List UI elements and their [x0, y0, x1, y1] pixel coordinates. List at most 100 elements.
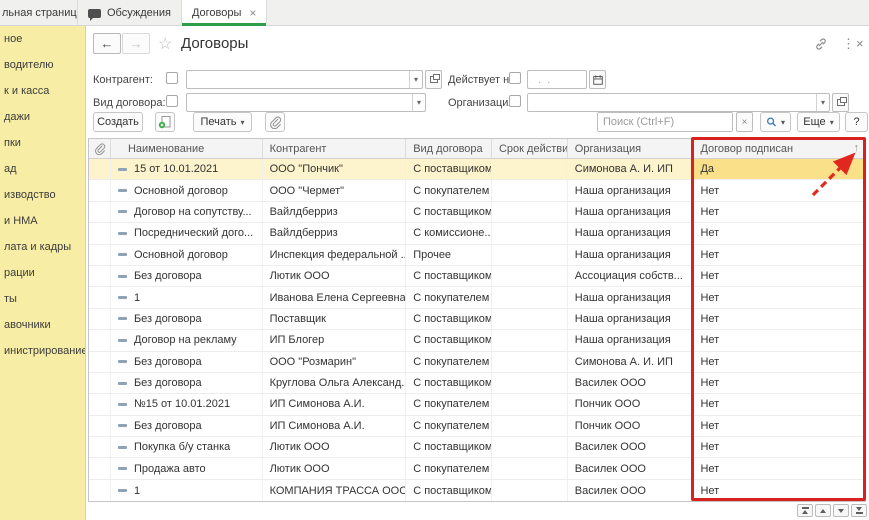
contractor-filter-input[interactable]: [187, 71, 409, 88]
valid-on-date-input[interactable]: [528, 71, 586, 88]
create-group-button[interactable]: [155, 112, 175, 132]
calendar-button[interactable]: [589, 70, 606, 89]
clear-search-button[interactable]: ×: [736, 112, 753, 132]
sidebar-item[interactable]: пки: [0, 130, 85, 156]
list-item-dash-icon: [118, 317, 127, 320]
tab-contracts-label: Договоры: [192, 7, 241, 19]
table-row[interactable]: 1КОМПАНИЯ ТРАССА ОООС поставщикомВасилек…: [89, 480, 865, 501]
table-row[interactable]: Без договораПоставщикС поставщикомНаша о…: [89, 309, 865, 330]
search-input[interactable]: [598, 113, 732, 131]
menu-dots-icon[interactable]: ⋮: [842, 37, 855, 50]
bar-icon: [802, 507, 809, 509]
table-row[interactable]: Договор на сопутству...ВайлдберризС пост…: [89, 202, 865, 223]
cell-org: Наша организация: [568, 330, 694, 350]
contract-type-checkbox[interactable]: [166, 95, 178, 107]
sidebar-item[interactable]: лата и кадры: [0, 234, 85, 260]
cell-org: Наша организация: [568, 309, 694, 329]
table-row[interactable]: Без договораООО "Розмарин"С покупателемС…: [89, 352, 865, 373]
go-to-top-button[interactable]: [797, 504, 813, 517]
chevron-down-icon[interactable]: ▾: [409, 71, 422, 88]
go-to-end-button[interactable]: [851, 504, 867, 517]
print-button[interactable]: Печать ▾: [193, 112, 252, 132]
contractor-filter-checkbox[interactable]: [166, 72, 178, 84]
cell-name: 1: [111, 287, 263, 307]
cell-signed: Нет: [693, 437, 865, 457]
cell-attach: [89, 437, 111, 457]
table-row[interactable]: Без договораИП Симонова А.И.С покупателе…: [89, 416, 865, 437]
chevron-down-icon[interactable]: ▾: [816, 94, 829, 111]
column-header-org[interactable]: Организация: [568, 139, 694, 158]
sidebar-item[interactable]: авочники: [0, 312, 85, 338]
tab-start-page[interactable]: льная страница: [0, 0, 78, 26]
organization-combo[interactable]: ▾: [527, 93, 830, 112]
more-button[interactable]: Еще ▾: [797, 112, 840, 132]
back-button[interactable]: ←: [93, 33, 121, 54]
forward-button[interactable]: →: [122, 33, 150, 54]
tab-contracts[interactable]: Договоры ×: [182, 0, 267, 26]
table-row[interactable]: №15 от 10.01.2021ИП Симонова А.И.С покуп…: [89, 394, 865, 415]
create-button[interactable]: Создать: [93, 112, 143, 132]
organization-checkbox[interactable]: [509, 95, 521, 107]
favorite-star-icon[interactable]: ☆: [158, 34, 172, 54]
sidebar-item[interactable]: рации: [0, 260, 85, 286]
valid-on-filter-label: Действует на:: [448, 74, 518, 86]
cell-term: [492, 159, 568, 179]
column-header-contractor[interactable]: Контрагент: [263, 139, 407, 158]
close-form-icon[interactable]: ×: [856, 37, 864, 50]
valid-on-checkbox[interactable]: [509, 72, 521, 84]
help-button[interactable]: ?: [845, 112, 868, 132]
tab-discussions[interactable]: Обсуждения: [78, 0, 182, 26]
search-options-button[interactable]: ▾: [760, 112, 791, 132]
column-header-term[interactable]: Срок действия: [492, 139, 568, 158]
clear-icon: ×: [742, 117, 748, 128]
valid-on-date-field[interactable]: [527, 70, 587, 89]
cell-name: Договор на сопутству...: [111, 202, 263, 222]
tab-close-icon[interactable]: ×: [249, 6, 256, 20]
table-row[interactable]: 1Иванова Елена СергеевнаС покупателемНаш…: [89, 287, 865, 308]
cell-signed: Нет: [693, 245, 865, 265]
table-row[interactable]: Продажа автоЛютик ОООС покупателемВасиле…: [89, 458, 865, 479]
table-row[interactable]: Основной договорИнспекция федеральной ..…: [89, 245, 865, 266]
sidebar-item[interactable]: водителю: [0, 52, 85, 78]
sidebar-item[interactable]: ад: [0, 156, 85, 182]
sidebar-item[interactable]: дажи: [0, 104, 85, 130]
cell-type: С поставщиком: [406, 480, 492, 501]
sidebar-item[interactable]: ты: [0, 286, 85, 312]
column-header-type[interactable]: Вид договора: [406, 139, 492, 158]
cell-signed: Нет: [693, 416, 865, 436]
get-link-icon[interactable]: [814, 37, 828, 56]
column-header-signed[interactable]: Договор подписан↑: [693, 139, 865, 158]
contract-type-input[interactable]: [187, 94, 412, 111]
chevron-down-icon: ▾: [830, 118, 834, 127]
attachments-button[interactable]: [265, 112, 285, 132]
organization-input[interactable]: [528, 94, 816, 111]
table-row[interactable]: Основной договорООО "Чермет"С покупателе…: [89, 180, 865, 201]
search-field[interactable]: [597, 112, 733, 132]
table-row[interactable]: Посреднический дого...ВайлдберризС комис…: [89, 223, 865, 244]
cell-name: Без договора: [111, 309, 263, 329]
organization-open-button[interactable]: [832, 93, 849, 112]
table-row[interactable]: Покупка б/у станкаЛютик ОООС поставщиком…: [89, 437, 865, 458]
cell-term: [492, 416, 568, 436]
contractor-open-button[interactable]: [425, 70, 442, 89]
sidebar-item[interactable]: инистрирование: [0, 338, 85, 364]
chevron-down-icon[interactable]: ▾: [412, 94, 425, 111]
contract-type-combo[interactable]: ▾: [186, 93, 426, 112]
row-up-button[interactable]: [815, 504, 831, 517]
row-down-button[interactable]: [833, 504, 849, 517]
contractor-filter-combo[interactable]: ▾: [186, 70, 423, 89]
sidebar-item[interactable]: ное: [0, 26, 85, 52]
cell-type: С покупателем: [406, 180, 492, 200]
table-row[interactable]: Без договораКруглова Ольга Александ...С …: [89, 373, 865, 394]
cell-signed: Нет: [693, 287, 865, 307]
column-header-name[interactable]: Наименование: [111, 139, 263, 158]
table-row[interactable]: Без договораЛютик ОООС поставщикомАссоци…: [89, 266, 865, 287]
sidebar-item[interactable]: и НМА: [0, 208, 85, 234]
cell-contractor: Лютик ООО: [263, 266, 407, 286]
cell-name: Без договора: [111, 416, 263, 436]
sidebar-item[interactable]: изводство: [0, 182, 85, 208]
table-row[interactable]: Договор на рекламуИП БлогерС поставщиком…: [89, 330, 865, 351]
table-row[interactable]: 15 от 10.01.2021ООО "Пончик"С поставщико…: [89, 159, 865, 180]
sidebar-item[interactable]: к и касса: [0, 78, 85, 104]
column-header-attach[interactable]: [89, 139, 111, 158]
